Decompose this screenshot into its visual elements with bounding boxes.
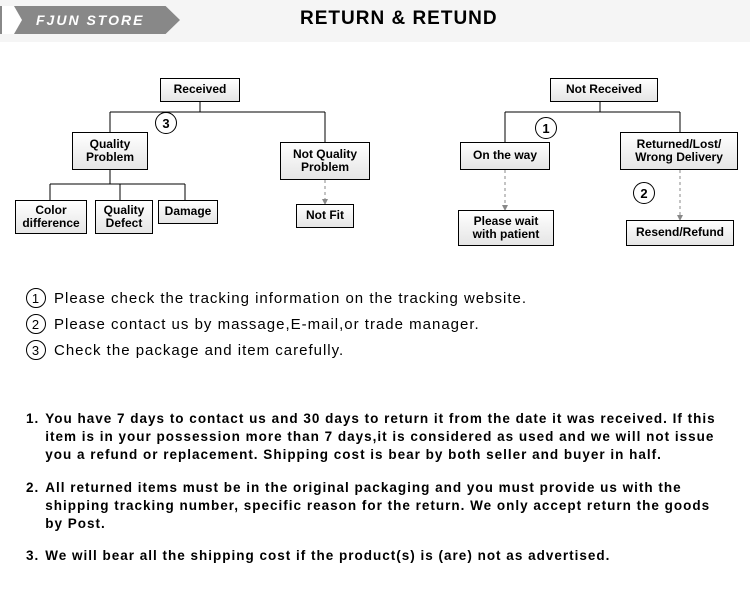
- legend-list: 1 Please check the tracking information …: [26, 288, 726, 366]
- node-quality-defect: Quality Defect: [95, 200, 153, 234]
- policy-num: 1.: [26, 410, 39, 465]
- header-bar: FJUN STORE RETURN & RETUND: [0, 0, 750, 42]
- chevron-icon: [2, 6, 22, 34]
- node-resend-refund: Resend/Refund: [626, 220, 734, 246]
- policy-text: All returned items must be in the origin…: [45, 479, 726, 534]
- policy-list: 1. You have 7 days to contact us and 30 …: [26, 410, 726, 580]
- node-not-quality-problem: Not Quality Problem: [280, 142, 370, 180]
- node-not-received: Not Received: [550, 78, 658, 102]
- flow-diagram: Received 3 Quality Problem Not Quality P…: [0, 42, 750, 272]
- node-returned-lost: Returned/Lost/ Wrong Delivery: [620, 132, 738, 170]
- legend-text: Check the package and item carefully.: [54, 342, 344, 359]
- node-on-the-way: On the way: [460, 142, 550, 170]
- legend-item: 1 Please check the tracking information …: [26, 288, 726, 308]
- policy-item: 2. All returned items must be in the ori…: [26, 479, 726, 534]
- policy-num: 3.: [26, 547, 39, 565]
- marker-3: 3: [155, 112, 177, 134]
- node-color-difference: Color difference: [15, 200, 87, 234]
- policy-text: You have 7 days to contact us and 30 day…: [45, 410, 726, 465]
- legend-item: 3 Check the package and item carefully.: [26, 340, 726, 360]
- policy-item: 3. We will bear all the shipping cost if…: [26, 547, 726, 565]
- legend-text: Please check the tracking information on…: [54, 290, 527, 307]
- policy-item: 1. You have 7 days to contact us and 30 …: [26, 410, 726, 465]
- node-please-wait: Please wait with patient: [458, 210, 554, 246]
- page-title: RETURN & RETUND: [300, 8, 498, 30]
- legend-num: 1: [26, 288, 46, 308]
- policy-text: We will bear all the shipping cost if th…: [45, 547, 610, 565]
- node-quality-problem: Quality Problem: [72, 132, 148, 170]
- legend-num: 3: [26, 340, 46, 360]
- legend-text: Please contact us by massage,E-mail,or t…: [54, 316, 480, 333]
- store-name: FJUN STORE: [36, 12, 144, 28]
- policy-num: 2.: [26, 479, 39, 534]
- legend-item: 2 Please contact us by massage,E-mail,or…: [26, 314, 726, 334]
- node-received: Received: [160, 78, 240, 102]
- marker-1: 1: [535, 117, 557, 139]
- node-not-fit: Not Fit: [296, 204, 354, 228]
- store-ribbon: FJUN STORE: [0, 6, 180, 34]
- marker-2: 2: [633, 182, 655, 204]
- node-damage: Damage: [158, 200, 218, 224]
- legend-num: 2: [26, 314, 46, 334]
